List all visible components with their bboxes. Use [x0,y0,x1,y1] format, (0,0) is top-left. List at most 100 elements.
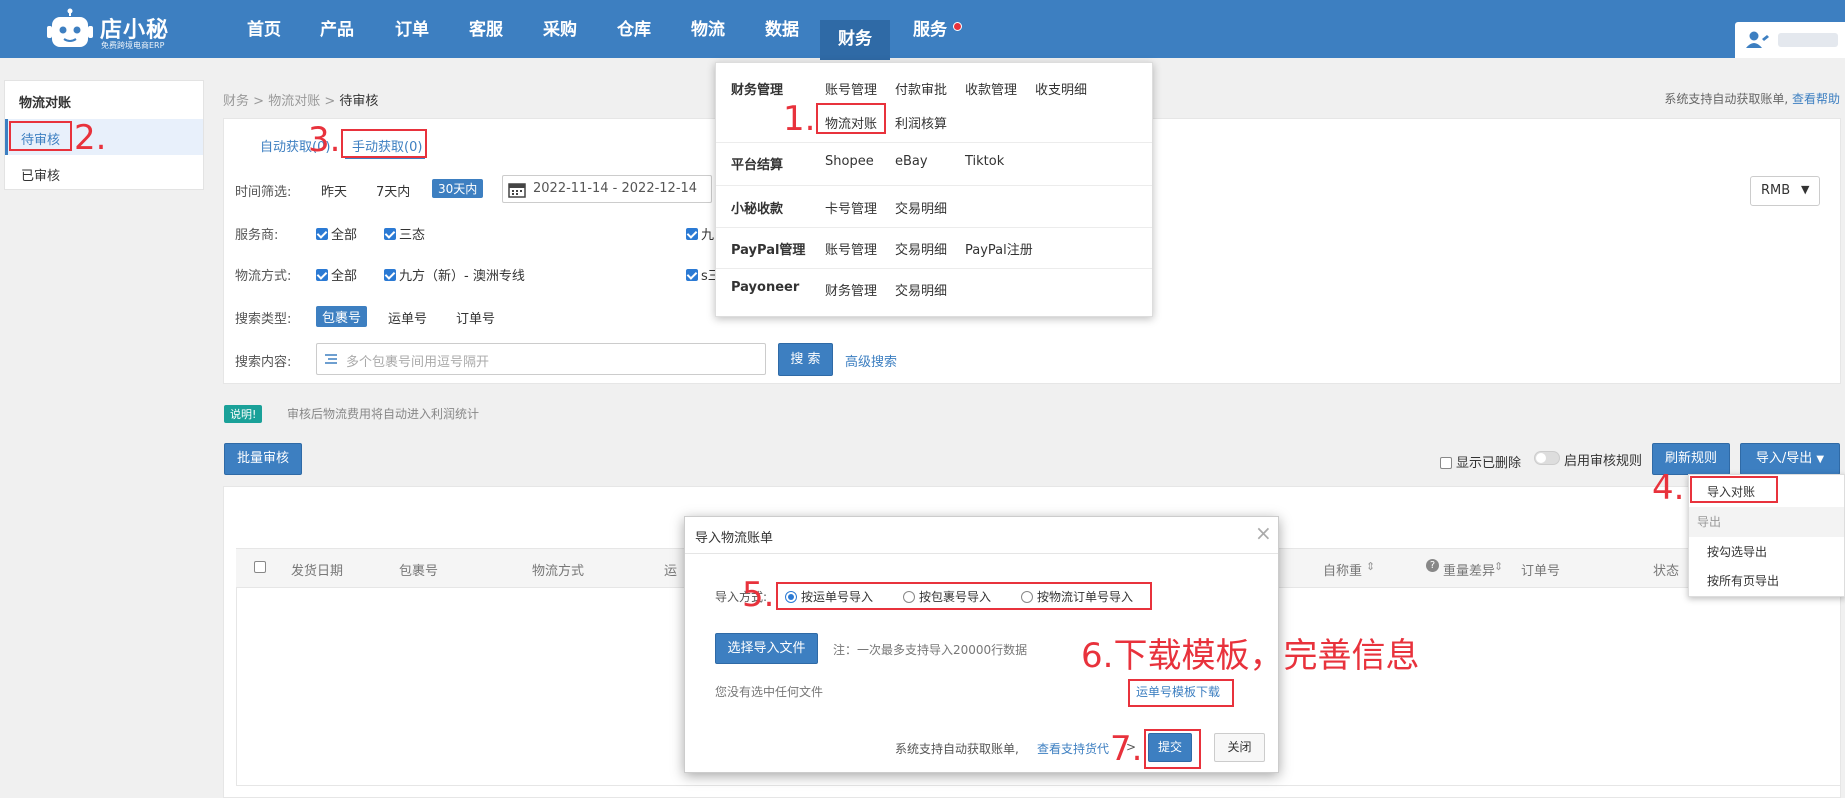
provider-all-checkbox[interactable]: 全部 [316,224,357,243]
search-type-order[interactable]: 订单号 [456,308,495,327]
checkbox-checked-icon[interactable] [686,228,698,240]
checkbox-checked-icon[interactable] [316,269,328,281]
provider-santai-checkbox[interactable]: 三态 [384,224,425,243]
fm-group-payoneer: Payoneer [731,280,800,295]
help-text-label: 系统支持自动获取账单, [1664,92,1789,106]
close-button[interactable]: 关闭 [1214,733,1265,762]
batch-review-button[interactable]: 批量审核 [224,443,302,475]
nav-finance[interactable]: 财务 [820,20,890,60]
time-opt-yesterday[interactable]: 昨天 [321,181,347,200]
provider-jiu-checkbox[interactable]: 九 [686,224,714,243]
show-deleted-checkbox[interactable]: 显示已删除 [1440,452,1521,471]
fm-paypal-account[interactable]: 账号管理 [825,239,877,258]
fm-ebay[interactable]: eBay [895,154,928,169]
time-opt-30days[interactable]: 30天内 [432,179,484,198]
th-self-weight[interactable]: 自称重 [1323,560,1362,579]
nav-purchase[interactable]: 采购 [529,18,591,58]
method-label: 物流方式: [235,269,292,284]
fm-paypal-register[interactable]: PayPal注册 [965,239,1033,258]
help-text: 系统支持自动获取账单, 查看帮助 [1664,90,1840,107]
annotation-1: 1. [783,99,816,139]
fm-paypal-transactions[interactable]: 交易明细 [895,239,947,258]
th-ship-date: 发货日期 [291,564,344,579]
fm-income-expense[interactable]: 收支明细 [1035,79,1087,98]
top-nav-bar: 店小秘 免费跨境电商ERP 首页 产品 订单 客服 采购 仓库 物流 数据 财务… [0,0,1845,60]
help-link[interactable]: 查看帮助 [1792,92,1840,106]
search-type-package[interactable]: 包裹号 [316,306,368,327]
sidebar-item-reviewed[interactable]: 已审核 [21,165,60,184]
annotation-box-1 [816,103,886,134]
method-all-label: 全部 [331,269,358,284]
checkbox-unchecked-icon[interactable] [1440,457,1452,469]
nav-data[interactable]: 数据 [751,18,813,58]
breadcrumb-finance[interactable]: 财务 [223,94,249,109]
annotation-box-7 [1144,729,1201,769]
robot-logo-icon[interactable] [46,8,94,52]
breadcrumb-sep: > [324,94,336,109]
supported-forwarders-link[interactable]: 查看支持货代 [1037,740,1109,757]
fm-card-manage[interactable]: 卡号管理 [825,198,877,217]
search-button[interactable]: 搜 索 [778,343,833,376]
fm-payoneer-finance[interactable]: 财务管理 [825,280,877,299]
user-icon[interactable] [1745,30,1771,54]
question-icon[interactable]: ? [1426,559,1439,572]
import-export-button[interactable]: 导入/导出 ▼ [1740,443,1840,475]
checkbox-checked-icon[interactable] [384,269,396,281]
breadcrumb-sep: > [253,94,265,109]
show-deleted-label: 显示已删除 [1456,456,1522,471]
select-all-checkbox[interactable] [254,561,266,577]
fm-shopee[interactable]: Shopee [825,154,874,169]
annotation-2: 2. [74,118,107,158]
fm-payoneer-transactions[interactable]: 交易明细 [895,280,947,299]
note-badge: 说明! [224,405,263,423]
method-jiufang-checkbox[interactable]: 九方（新）- 澳洲专线 [384,265,525,284]
checkbox-checked-icon[interactable] [384,228,396,240]
fm-group-platform: 平台结算 [731,158,784,173]
nav-warehouse[interactable]: 仓库 [603,18,665,58]
search-type-waybill[interactable]: 运单号 [388,308,427,327]
breadcrumb: 财务 > 物流对账 > 待审核 [223,90,378,109]
nav-logistics[interactable]: 物流 [677,18,739,58]
breadcrumb-current: 待审核 [339,94,379,109]
th-weight-diff[interactable]: 重量差异 [1443,560,1495,579]
search-input[interactable]: 多个包裹号间用逗号隔开 [316,343,766,375]
calendar-icon [508,181,526,202]
ie-export-all[interactable]: 按所有页导出 [1707,572,1779,589]
nav-products[interactable]: 产品 [306,18,368,58]
nav-customer-service[interactable]: 客服 [455,18,517,58]
search-type-label: 搜索类型: [235,312,292,327]
nav-home[interactable]: 首页 [233,18,295,58]
time-opt-7days[interactable]: 7天内 [376,181,410,200]
close-icon[interactable]: × [1255,521,1272,545]
annotation-box-4 [1690,476,1778,503]
nav-orders[interactable]: 订单 [381,18,443,58]
advanced-search-link[interactable]: 高级搜索 [845,351,897,370]
enable-rule-label: 启用审核规则 [1564,454,1643,469]
fm-profit-accounting[interactable]: 利润核算 [895,113,947,132]
annotation-6: 6.下载模板，完善信息 [1081,636,1420,676]
th-package-no: 包裹号 [399,564,439,579]
fm-transactions[interactable]: 交易明细 [895,198,947,217]
breadcrumb-logistics-reconcile[interactable]: 物流对账 [268,94,320,109]
select-import-file-button[interactable]: 选择导入文件 [715,633,818,664]
fm-divider [716,142,1152,143]
enable-rule-toggle[interactable] [1534,451,1560,465]
import-export-label: 导入/导出 [1755,451,1813,466]
fm-group-paypal: PayPal管理 [731,243,806,258]
date-range-input[interactable]: 2022-11-14 - 2022-12-14 [502,175,712,203]
checkbox-unchecked-icon[interactable] [254,561,266,573]
method-all-checkbox[interactable]: 全部 [316,265,357,284]
th-order-no: 订单号 [1521,564,1561,579]
checkbox-checked-icon[interactable] [316,228,328,240]
fm-receipt-manage[interactable]: 收款管理 [965,79,1017,98]
file-note: 注：一次最多支持导入20000行数据 [833,643,1028,657]
sort-icon[interactable]: ⇕ [1366,560,1375,573]
sort-icon[interactable]: ⇕ [1494,560,1503,573]
ie-export-checked[interactable]: 按勾选导出 [1707,543,1767,560]
fm-account-manage[interactable]: 账号管理 [825,79,877,98]
checkbox-checked-icon[interactable] [686,269,698,281]
fm-payment-approval[interactable]: 付款审批 [895,79,947,98]
currency-select[interactable]: RMB ▼ [1750,176,1820,206]
nav-services[interactable]: 服务 [899,18,961,58]
fm-tiktok[interactable]: Tiktok [965,154,1004,169]
